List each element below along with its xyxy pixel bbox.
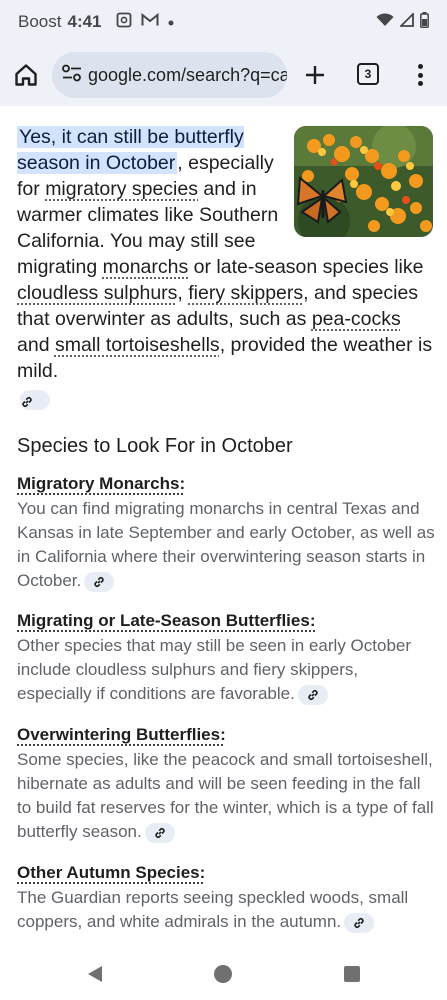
source-link-chip[interactable] [20, 390, 50, 410]
species-item: Other Autumn Species: The Guardian repor… [17, 861, 437, 934]
section-heading: Species to Look For in October [17, 435, 293, 457]
species-item: Migratory Monarchs: You can find migrati… [17, 472, 437, 593]
signal-icon [398, 11, 414, 32]
term-link-small-tortoiseshells[interactable]: small tortoiseshells [55, 334, 220, 356]
recents-icon[interactable] [344, 966, 360, 982]
answer-text: and [17, 334, 55, 356]
gmail-icon [141, 12, 159, 32]
species-title[interactable]: Other Autumn Species: [17, 861, 437, 885]
link-icon [22, 397, 32, 407]
link-icon [354, 917, 364, 928]
menu-dot-icon [417, 64, 423, 69]
species-text: Other species that may still be seen in … [17, 636, 412, 703]
term-link-migratory-species[interactable]: migratory species [45, 178, 198, 200]
tab-switcher-button[interactable]: 3 [357, 63, 379, 85]
species-description: You can find migrating monarchs in centr… [17, 497, 437, 593]
back-icon[interactable] [86, 965, 104, 983]
plus-icon [306, 66, 324, 84]
status-bar: Boost 4:41 [0, 0, 447, 44]
term-link-peacocks[interactable]: pea-cocks [312, 308, 401, 330]
link-icon [308, 689, 318, 700]
home-nav-icon[interactable] [214, 965, 232, 983]
site-settings-icon[interactable] [62, 64, 82, 87]
source-link-chip[interactable] [144, 822, 175, 843]
browser-toolbar: google.com/search?q=ca 3 [0, 44, 447, 106]
species-description: The Guardian reports seeing speckled woo… [17, 886, 437, 934]
url-text: google.com/search?q=ca [88, 64, 287, 85]
term-link-cloudless-sulphurs[interactable]: cloudless sulphurs [17, 282, 177, 304]
species-item: Overwintering Butterflies: Some species,… [17, 723, 437, 844]
address-bar[interactable]: google.com/search?q=ca [52, 52, 287, 98]
carrier-name: Boost [18, 12, 62, 31]
menu-dot-icon [417, 72, 423, 78]
dot-icon [168, 13, 174, 31]
source-link-chip[interactable] [344, 912, 375, 933]
butterfly-thumbnail[interactable] [294, 126, 433, 237]
term-link-monarchs[interactable]: monarchs [103, 256, 189, 278]
menu-dot-icon [417, 81, 423, 86]
answer-text: , [177, 282, 189, 304]
term-link-fiery-skippers[interactable]: fiery skippers [188, 282, 303, 304]
species-title[interactable]: Overwintering Butterflies: [17, 723, 437, 747]
answer-text: or late-season species like [188, 256, 424, 278]
more-options-button[interactable] [414, 62, 426, 88]
species-description: Other species that may still be seen in … [17, 634, 437, 706]
search-result-content: Yes, it can still be butterfly season in… [0, 106, 447, 956]
system-nav-bar [0, 956, 447, 1000]
species-text: Some species, like the peacock and small… [17, 750, 434, 841]
source-link-chip[interactable] [297, 684, 328, 705]
species-item: Migrating or Late-Season Butterflies: Ot… [17, 609, 437, 706]
wifi-icon [376, 12, 394, 32]
species-title[interactable]: Migratory Monarchs: [17, 472, 437, 496]
species-text: You can find migrating monarchs in centr… [17, 499, 435, 590]
link-icon [94, 576, 104, 587]
species-description: Some species, like the peacock and small… [17, 748, 437, 844]
home-button[interactable] [13, 62, 39, 88]
notification-icons [116, 12, 174, 33]
new-tab-button[interactable] [303, 63, 327, 87]
ai-overview-answer: Yes, it can still be butterfly season in… [17, 124, 433, 410]
link-icon [155, 827, 165, 838]
source-link-chip[interactable] [84, 571, 115, 592]
battery-icon [420, 11, 429, 33]
home-icon [15, 64, 37, 86]
species-title[interactable]: Migrating or Late-Season Butterflies: [17, 609, 437, 633]
screenshot-icon [116, 12, 132, 33]
status-clock: 4:41 [67, 12, 102, 31]
system-icons [376, 11, 429, 33]
